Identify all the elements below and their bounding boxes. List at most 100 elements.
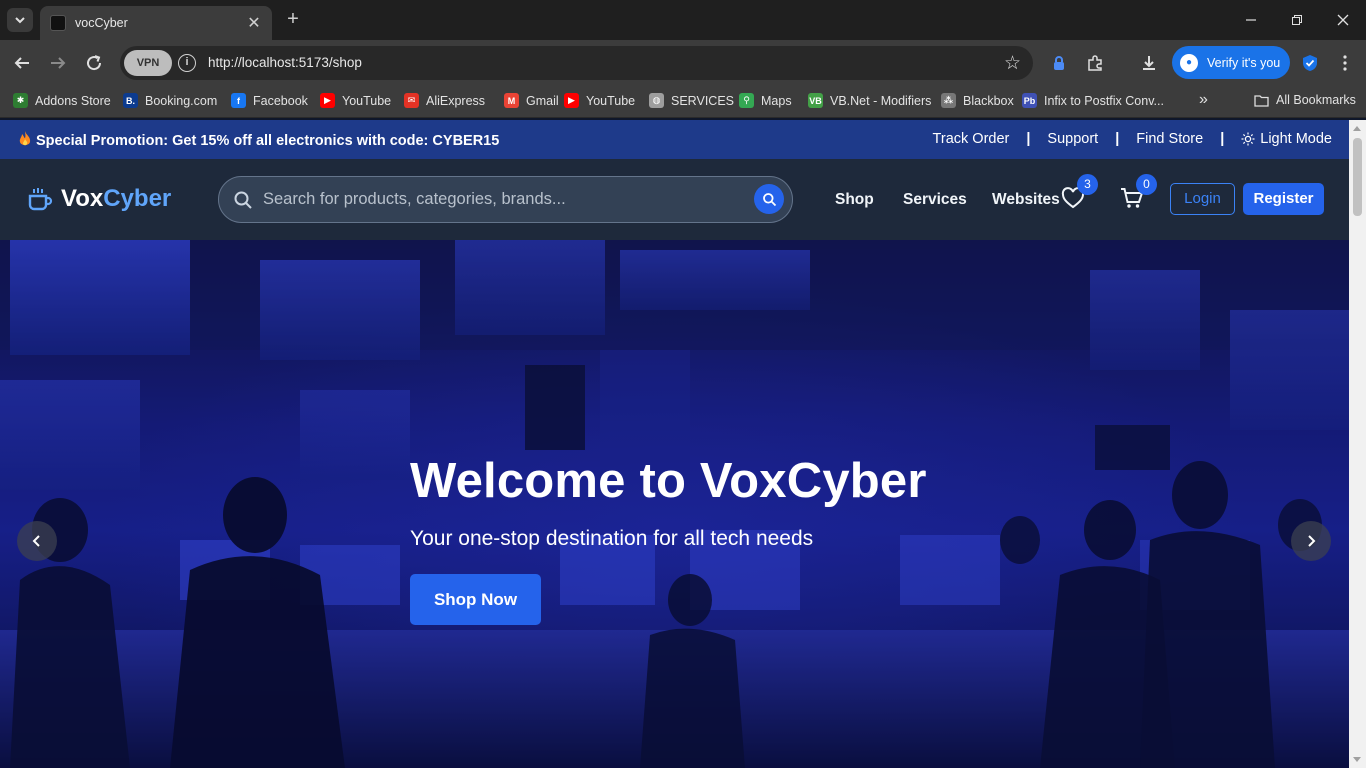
restore-button[interactable] — [1274, 0, 1320, 40]
minimize-button[interactable] — [1228, 0, 1274, 40]
carousel-prev-button[interactable] — [17, 521, 57, 561]
verify-label: Verify it's you — [1207, 55, 1281, 70]
shield-icon[interactable] — [1299, 52, 1321, 74]
utility-links: Track Order | Support | Find Store | Lig… — [933, 131, 1332, 147]
minimize-icon — [1246, 19, 1256, 21]
divider: | — [1115, 131, 1120, 147]
light-mode-toggle[interactable]: Light Mode — [1241, 131, 1332, 147]
search-icon — [762, 192, 776, 206]
infix-icon: Pb — [1022, 93, 1037, 108]
site-info-icon[interactable]: i — [178, 54, 196, 72]
sun-icon — [1241, 132, 1255, 146]
bookmark-label: Gmail — [526, 93, 559, 108]
maps-icon: ⚲ — [739, 93, 754, 108]
scroll-thumb[interactable] — [1353, 138, 1362, 216]
promo-bar: Special Promotion: Get 15% off all elect… — [0, 120, 1349, 159]
close-icon — [1337, 14, 1349, 26]
find-store-link[interactable]: Find Store — [1136, 131, 1203, 147]
nav-websites[interactable]: Websites — [992, 191, 1060, 209]
bookmark-item[interactable]: B. Booking.com — [123, 93, 217, 108]
download-icon[interactable] — [1138, 52, 1160, 74]
browser-tabstrip: vocCyber ✕ + — [0, 0, 1366, 40]
cart-count-badge: 0 — [1136, 174, 1157, 195]
tab-close-icon[interactable]: ✕ — [246, 13, 262, 33]
bookmark-item[interactable]: Pb Infix to Postfix Conv... — [1022, 93, 1164, 108]
chevron-left-icon — [32, 535, 40, 547]
restore-icon — [1292, 15, 1302, 25]
extensions-icon[interactable] — [1084, 52, 1106, 74]
bookmark-item[interactable]: ▶ YouTube — [320, 93, 391, 108]
cart-button[interactable]: 0 — [1120, 174, 1157, 211]
bookmark-item[interactable]: M Gmail — [504, 93, 559, 108]
search-submit-button[interactable] — [754, 184, 784, 214]
bookmark-label: Blackbox — [963, 93, 1014, 108]
vbnet-icon: VB — [808, 93, 823, 108]
blackbox-icon: ⁂ — [941, 93, 956, 108]
bookmark-item[interactable]: VB VB.Net - Modifiers — [808, 93, 931, 108]
browser-tab[interactable]: vocCyber ✕ — [40, 6, 272, 40]
youtube-icon: ▶ — [564, 93, 579, 108]
verify-identity-button[interactable]: ● Verify it's you — [1172, 46, 1290, 79]
page-scrollbar[interactable] — [1349, 120, 1366, 768]
all-bookmarks-button[interactable]: All Bookmarks — [1254, 93, 1356, 107]
more-bookmarks-chevron-icon[interactable]: » — [1199, 91, 1208, 109]
bookmark-item[interactable]: ✉ AliExpress — [404, 93, 485, 108]
site-logo[interactable]: Vox Cyber — [27, 185, 171, 213]
scroll-down-arrow-icon[interactable] — [1353, 757, 1361, 762]
logo-text-vox: Vox — [61, 185, 104, 212]
shop-now-button[interactable]: Shop Now — [410, 574, 541, 625]
aliexpress-icon: ✉ — [404, 93, 419, 108]
address-bar[interactable]: VPN i http://localhost:5173/shop ☆ — [120, 46, 1033, 80]
bookmark-item[interactable]: f Facebook — [231, 93, 308, 108]
site-header: VoxCyber Shop Services Websites 3 0 Logi… — [0, 159, 1349, 240]
hero-title: Welcome to VoxCyber — [410, 454, 927, 508]
support-link[interactable]: Support — [1047, 131, 1098, 147]
nav-services[interactable]: Services — [903, 191, 967, 209]
reload-button[interactable] — [81, 50, 107, 76]
login-button[interactable]: Login — [1170, 183, 1235, 215]
promo-message: Special Promotion: Get 15% off all elect… — [18, 131, 499, 151]
new-tab-button[interactable]: + — [282, 8, 304, 32]
password-manager-icon[interactable] — [1048, 52, 1070, 74]
facebook-icon: f — [231, 93, 246, 108]
url-text[interactable]: http://localhost:5173/shop — [208, 55, 362, 70]
cup-logo-icon — [28, 188, 53, 211]
scroll-up-arrow-icon[interactable] — [1353, 126, 1361, 131]
bookmark-label: Addons Store — [35, 93, 111, 108]
bookmark-label: VB.Net - Modifiers — [830, 93, 932, 108]
vpn-button[interactable]: VPN — [124, 50, 172, 76]
nav-shop[interactable]: Shop — [835, 191, 874, 209]
fire-icon — [18, 131, 32, 151]
window-controls — [1228, 0, 1366, 40]
carousel-next-button[interactable] — [1291, 521, 1331, 561]
bookmark-label: YouTube — [586, 93, 636, 108]
close-window-button[interactable] — [1320, 0, 1366, 40]
divider: | — [1220, 131, 1225, 147]
search-bar — [218, 176, 793, 223]
reload-icon — [87, 55, 102, 71]
arrow-right-icon — [51, 57, 66, 69]
youtube-icon: ▶ — [320, 93, 335, 108]
back-button[interactable] — [9, 50, 35, 76]
addons-icon: ✱ — [13, 93, 28, 108]
tab-search-button[interactable] — [7, 8, 33, 32]
search-input[interactable] — [263, 177, 743, 221]
wishlist-button[interactable]: 3 — [1061, 174, 1098, 211]
wishlist-count-badge: 3 — [1077, 174, 1098, 195]
vpn-label: VPN — [136, 57, 160, 69]
register-button[interactable]: Register — [1243, 183, 1324, 215]
bookmark-item[interactable]: ▶ YouTube — [564, 93, 635, 108]
browser-toolbar: VPN i http://localhost:5173/shop ☆ ● Ver… — [0, 40, 1366, 85]
menu-kebab-icon[interactable] — [1334, 52, 1356, 74]
track-order-link[interactable]: Track Order — [933, 131, 1010, 147]
bookmark-item[interactable]: ✱ Addons Store — [13, 93, 111, 108]
bookmark-item[interactable]: ⚲ Maps — [739, 93, 792, 108]
bookmark-label: YouTube — [342, 93, 392, 108]
forward-button[interactable] — [45, 50, 71, 76]
bookmark-item[interactable]: ◍ SERVICES — [649, 93, 734, 108]
bookmark-star-icon[interactable]: ☆ — [1004, 52, 1021, 75]
bookmark-label: Booking.com — [145, 93, 218, 108]
promo-code: CYBER15 — [432, 133, 500, 149]
bookmark-item[interactable]: ⁂ Blackbox — [941, 93, 1014, 108]
bookmark-label: Maps — [761, 93, 792, 108]
